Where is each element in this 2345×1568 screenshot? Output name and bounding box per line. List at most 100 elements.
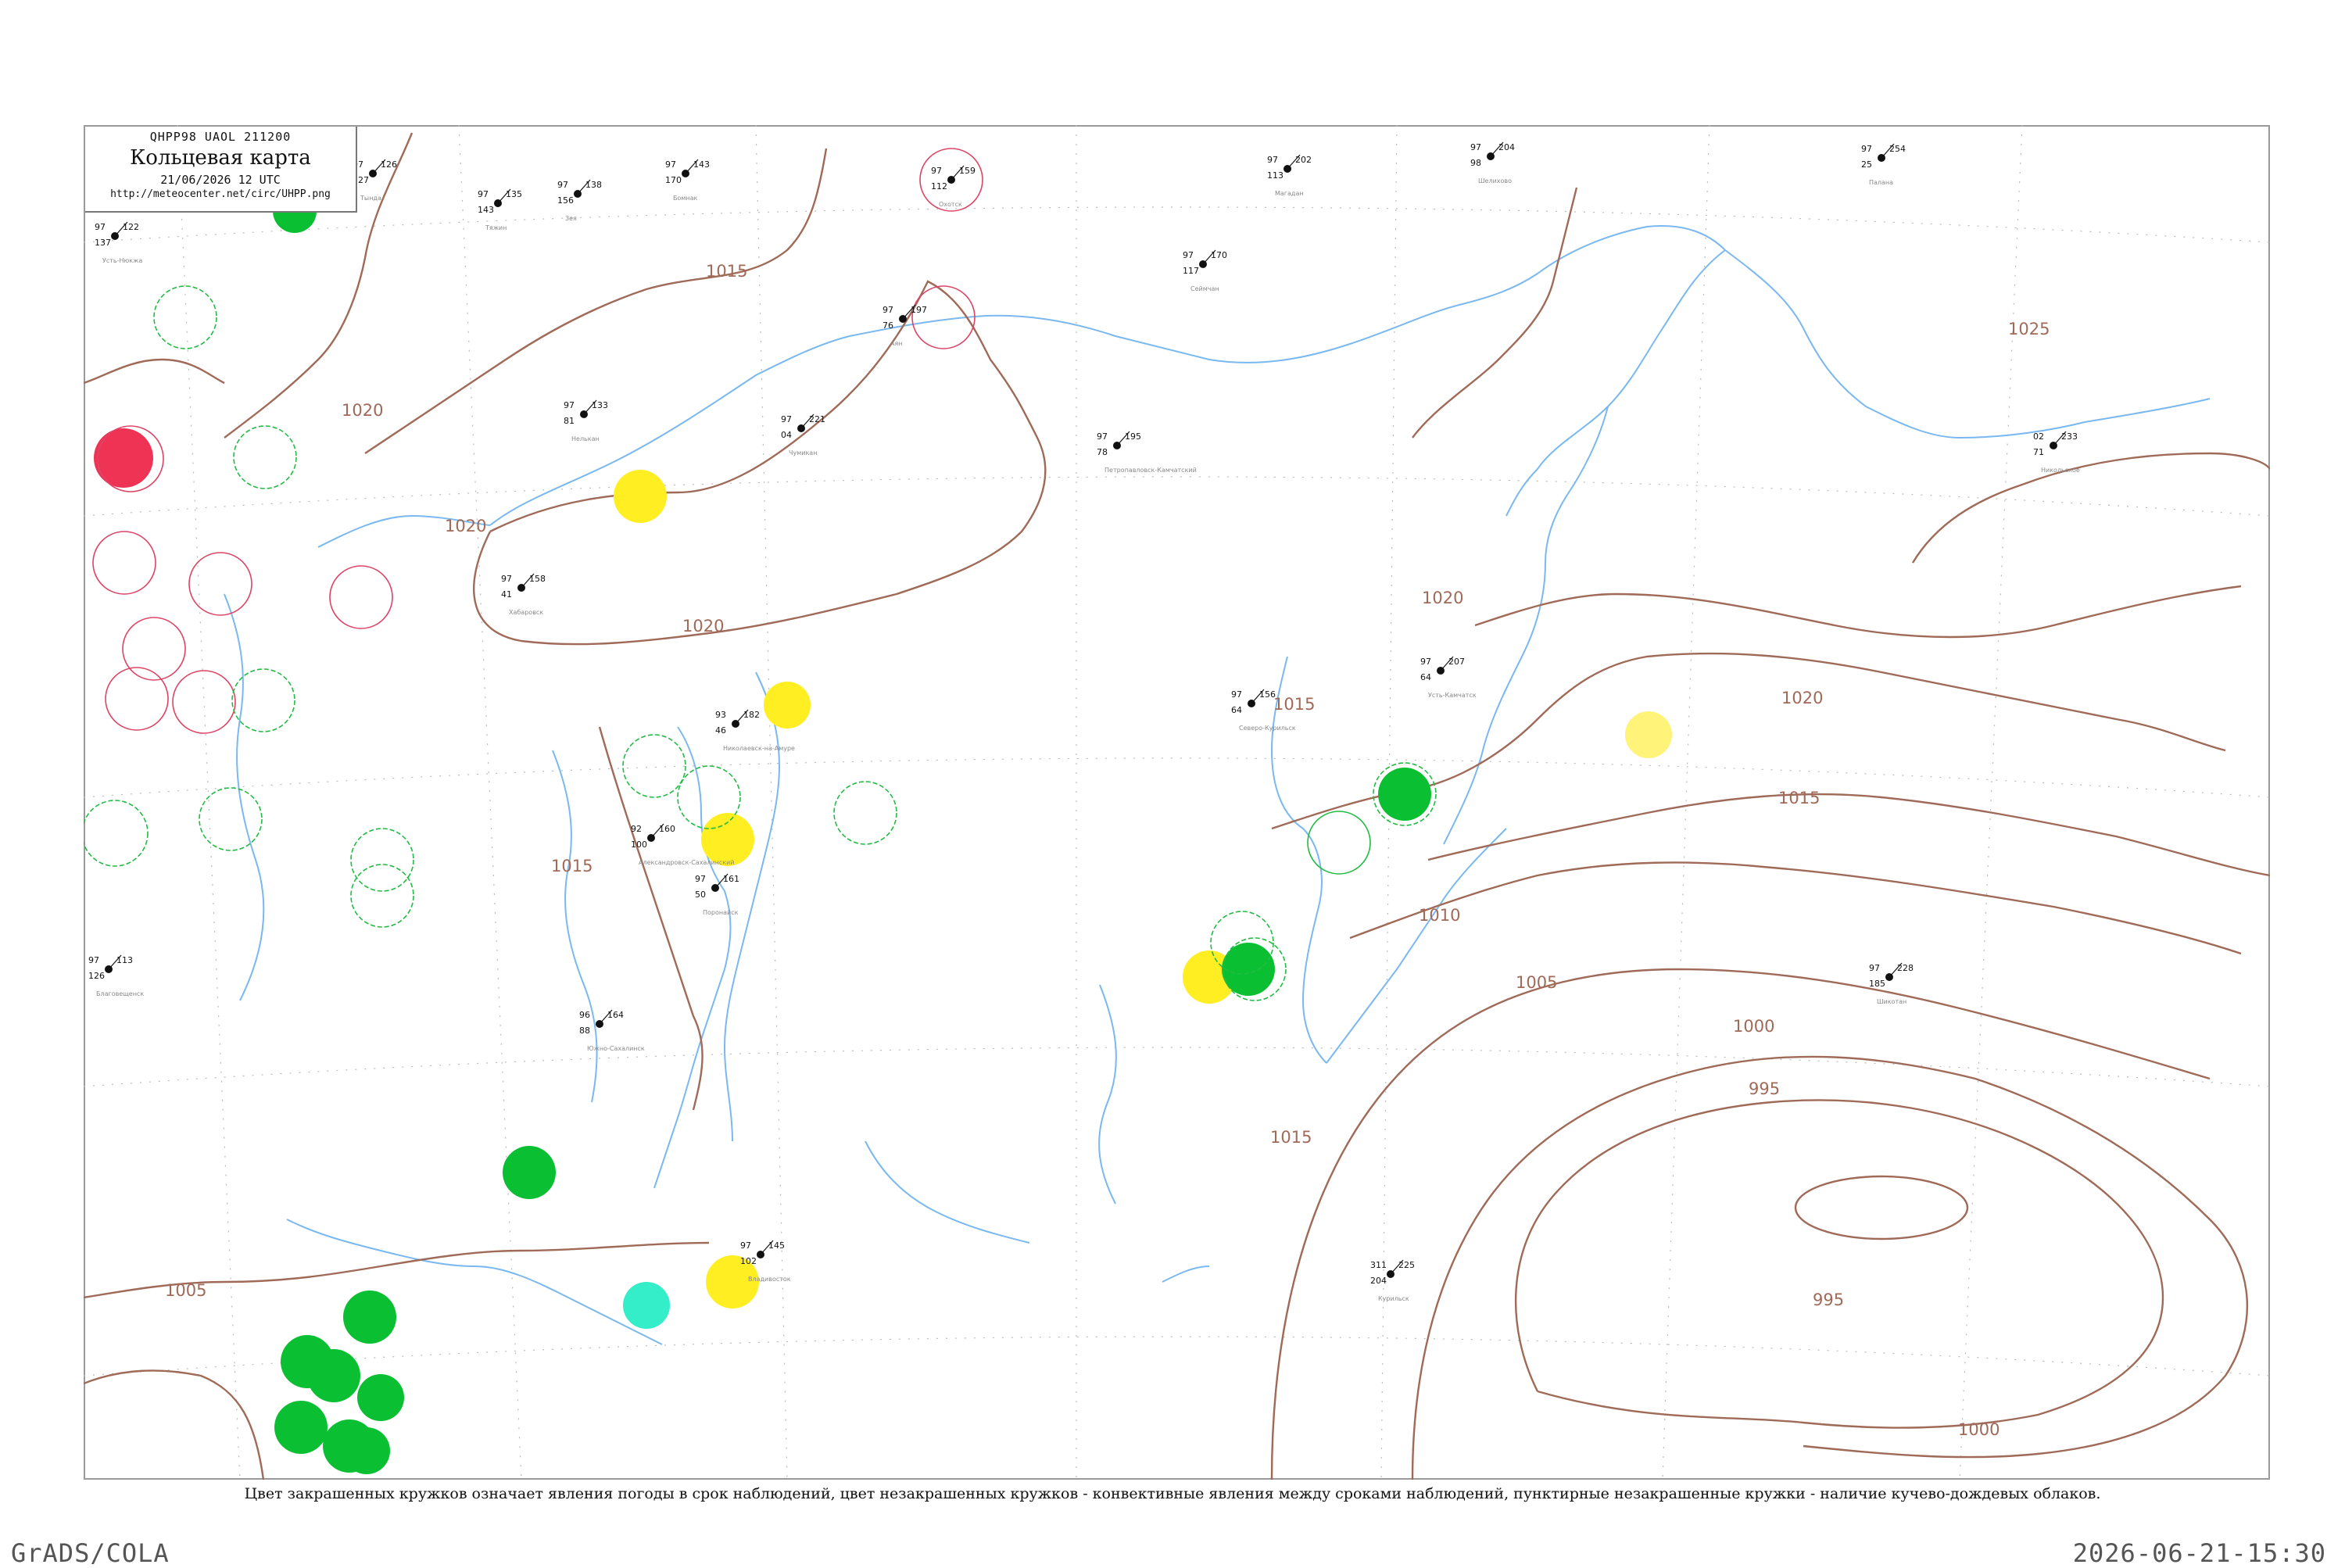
convective-ring [188, 552, 252, 616]
station-pressure: 170 [665, 175, 682, 185]
station-pressure: 64 [1420, 672, 1431, 682]
station-pressure: 04 [781, 430, 792, 440]
phenomenon-circles [94, 189, 1672, 1474]
isobar-1000 [1411, 1055, 2249, 1480]
isobar-label: 1020 [1781, 689, 1823, 707]
station-name: Шикотан [1877, 998, 1906, 1005]
station-temp: 133 [592, 400, 608, 410]
station-plot: 202 97 113 Магадан [1267, 154, 1312, 197]
station-pressure: 46 [715, 725, 726, 736]
weather-circle-yellow [764, 682, 811, 729]
isobar-1020-west [84, 358, 225, 385]
isobar-label: 1025 [2008, 320, 2050, 338]
weather-circle-green [343, 1291, 396, 1344]
map-title: Кольцевая карта [130, 146, 311, 170]
station-plot: 228 97 185 Шикотан [1869, 962, 1914, 1005]
station-name: Палана [1869, 179, 1893, 186]
station-dew: 93 [715, 710, 726, 720]
weather-circle-green [343, 1427, 390, 1474]
station-temp: 195 [1125, 431, 1141, 442]
weather-map: 1015 1020 1020 1020 1015 1015 1010 1005 … [84, 125, 2270, 1480]
cb-ring [1307, 811, 1371, 875]
station-name: Поронайск [703, 909, 739, 916]
station-pressure: 25 [1861, 159, 1872, 170]
station-name: Усть-Камчатск [1428, 692, 1477, 699]
station-plot: 122 97 137 Усть-Нюкжа [95, 221, 142, 264]
station-temp: 158 [529, 574, 546, 584]
station-dew: 97 [1097, 431, 1108, 442]
station-pressure: 126 [88, 971, 105, 981]
isobar-label: 1000 [1958, 1420, 2000, 1439]
station-name: Северо-Курильск [1239, 725, 1296, 732]
station-plot: 159 97 112 Охотск [931, 165, 976, 208]
station-temp: 160 [659, 824, 675, 834]
bulletin-code: QHPP98 UAOL 211200 [149, 130, 292, 144]
convective-ring [105, 667, 169, 731]
station-dew: 97 [88, 955, 99, 965]
station-dew: 97 [931, 166, 942, 176]
station-name: Усть-Нюкжа [102, 257, 142, 264]
station-dew: 97 [1183, 250, 1194, 260]
station-temp: 182 [743, 710, 760, 720]
station-temp: 156 [1259, 689, 1276, 700]
station-plot: 254 97 25 Палана [1861, 143, 1906, 186]
isobar-1015-west [598, 726, 704, 1111]
station-temp: 159 [959, 166, 976, 176]
station-name: Никольское [2041, 467, 2080, 474]
station-plot: 158 97 41 Хабаровск [501, 573, 546, 616]
station-temp: 170 [1211, 250, 1227, 260]
station-name: Хабаровск [509, 609, 543, 616]
station-pressure: 143 [478, 205, 494, 215]
convective-ring [172, 670, 236, 734]
station-temp: 207 [1448, 657, 1465, 667]
weather-circle-red [94, 428, 153, 488]
station-plots: 12297137Усть-Нюкжа12697127Тында 13597143Т… [88, 141, 2080, 1302]
render-timestamp: 2026-06-21-15:30 [2072, 1538, 2326, 1568]
station-name: Магадан [1275, 190, 1304, 197]
isobar-label: 1005 [1516, 973, 1557, 992]
isobar-995 [1514, 1099, 2164, 1429]
isobar-1020-center [473, 280, 1047, 646]
station-pressure: 204 [1370, 1276, 1387, 1286]
cb-ring [677, 765, 741, 829]
station-plot: 170 97 117 Сеймчан [1183, 249, 1227, 292]
source-url[interactable]: http://meteocenter.net/circ/UHPP.png [85, 188, 356, 200]
station-plot: 164 96 88 Южно-Сахалинск [579, 1009, 645, 1052]
legend-caption: Цвет закрашенных кружков означает явлени… [244, 1485, 2101, 1502]
title-box: QHPP98 UAOL 211200 Кольцевая карта 21/06… [85, 127, 357, 213]
station-temp: 221 [809, 414, 825, 424]
isobar-label: 1020 [342, 401, 383, 420]
station-dew: 97 [1231, 689, 1242, 700]
station-plot: 207 97 64 Усть-Камчатск [1420, 656, 1477, 699]
station-pressure: 64 [1231, 705, 1242, 715]
station-temp: 197 [911, 305, 927, 315]
station-name: Владивосток [748, 1276, 791, 1283]
station-plot: 204 97 98 Шелихово [1470, 141, 1515, 184]
station-temp: 143 [693, 159, 710, 170]
cb-ring [622, 734, 686, 798]
station-pressure: 102 [740, 1256, 757, 1266]
map-date: 21/06/2026 12 UTC [160, 173, 281, 187]
station-plot: 145 97 102 Владивосток [740, 1240, 791, 1283]
isobar-1010 [1349, 861, 2242, 955]
station-name: Сеймчан [1190, 285, 1219, 292]
isobar-label: 1020 [445, 517, 486, 535]
station-name: Александровск-Сахалинский [639, 859, 735, 866]
graticule [84, 125, 2270, 1480]
station-dew: 97 [501, 574, 512, 584]
isobar-label: 995 [1749, 1079, 1780, 1098]
station-pressure: 185 [1869, 979, 1885, 989]
station-dew: 97 [478, 189, 489, 199]
isobar-label: 1020 [1422, 589, 1463, 607]
station-dew: 97 [1869, 963, 1880, 973]
station-dew: 97 [557, 180, 568, 190]
isobar-label: 1015 [706, 262, 747, 281]
station-dew: 311 [1370, 1260, 1387, 1270]
station-name: Зея [565, 215, 577, 222]
isobar-1020-east [1412, 187, 1578, 439]
station-dew: 97 [1420, 657, 1431, 667]
station-plot: 135 97 143 Тяжин [478, 188, 522, 231]
station-name: Петропавловск-Камчатский [1104, 467, 1197, 474]
weather-circle-green [1378, 768, 1431, 821]
station-temp: 126 [381, 159, 397, 170]
